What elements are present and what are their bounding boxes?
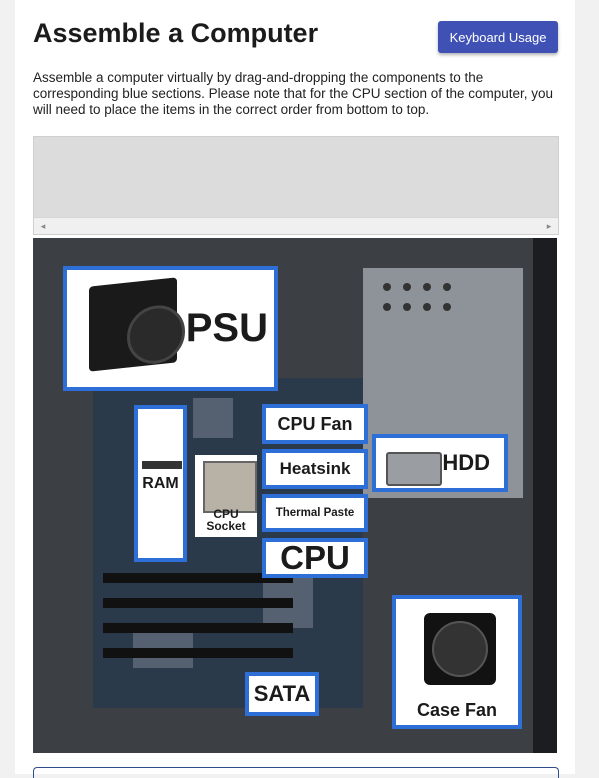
sata-label: SATA — [253, 681, 311, 706]
cpu-label: CPU — [280, 539, 350, 576]
heatsink-drop-zone[interactable]: Heatsink — [262, 449, 368, 489]
keyboard-usage-button[interactable]: Keyboard Usage — [438, 21, 558, 53]
ram-drop-zone[interactable]: RAM — [134, 405, 187, 562]
cpu-socket-image — [203, 461, 257, 513]
cpu-drop-zone[interactable]: CPU — [262, 538, 368, 578]
case-fan-drop-zone[interactable]: Case Fan — [392, 595, 522, 729]
thermal-paste-label: Thermal Paste — [275, 507, 355, 519]
next-panel-edge — [33, 767, 559, 778]
case-fan-label: Case Fan — [416, 700, 498, 720]
sata-drop-zone[interactable]: SATA — [245, 672, 319, 716]
cpu-fan-label: CPU Fan — [277, 413, 353, 434]
psu-drop-zone[interactable]: PSU — [63, 266, 278, 391]
tray-scrollbar[interactable]: ◂ ▸ — [34, 217, 558, 234]
ram-label: RAM — [142, 474, 179, 492]
scroll-left-icon[interactable]: ◂ — [36, 219, 50, 233]
case-side-panel — [533, 238, 557, 753]
cpu-socket-label-line2: Socket — [206, 519, 246, 533]
hdd-drop-zone[interactable]: HDD — [372, 434, 508, 492]
cpu-fan-drop-zone[interactable]: CPU Fan — [262, 404, 368, 444]
heatsink-label: Heatsink — [279, 459, 351, 478]
component-tray[interactable]: ◂ ▸ — [33, 136, 559, 235]
scroll-right-icon[interactable]: ▸ — [542, 219, 556, 233]
psu-label: PSU — [185, 306, 268, 350]
computer-case-image: PSU RAM CPU Socket CPU Fan Heatsink Ther… — [33, 238, 557, 753]
hdd-label: HDD — [442, 450, 490, 475]
ram-image — [142, 461, 182, 469]
thermal-paste-drop-zone[interactable]: Thermal Paste — [262, 494, 368, 532]
psu-image — [89, 277, 185, 372]
case-fan-image — [424, 613, 496, 685]
page-title: Assemble a Computer — [33, 18, 319, 48]
hdd-image — [386, 452, 442, 486]
instructions-text: Assemble a computer virtually by drag-an… — [33, 70, 554, 117]
cpu-socket-zone[interactable]: CPU Socket — [191, 451, 261, 541]
